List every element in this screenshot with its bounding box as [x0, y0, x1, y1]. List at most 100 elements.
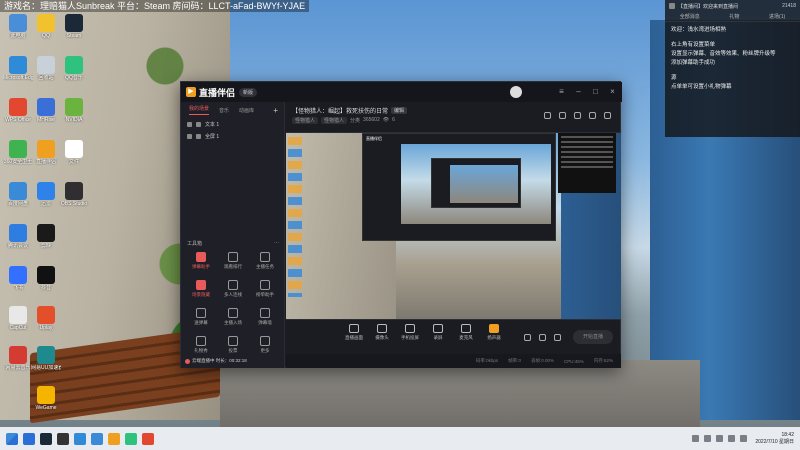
taskbar-app-icon[interactable]: [125, 432, 137, 445]
app-icon: [9, 224, 27, 242]
share-icon[interactable]: [544, 112, 551, 119]
tab-my-scenes[interactable]: 我的场景: [189, 105, 210, 115]
app-icon: [65, 56, 83, 74]
desktop-icon[interactable]: Uplay: [31, 306, 61, 332]
chevron-up-icon[interactable]: [692, 435, 700, 442]
source-button[interactable]: 摄像头: [370, 324, 394, 341]
gift-icon[interactable]: [574, 112, 581, 119]
desktop-icon[interactable]: CapCut: [3, 306, 33, 332]
toolbox-item[interactable]: 榜单助手: [249, 280, 281, 298]
scene-item-text[interactable]: 文本 1: [181, 118, 284, 130]
lock-icon[interactable]: [559, 112, 566, 119]
toolbox-item[interactable]: 观看排行: [217, 252, 249, 270]
app-icon: [9, 306, 27, 324]
start-live-button[interactable]: 开始直播: [573, 330, 613, 344]
desktop-icon[interactable]: Microsoft Edge: [3, 56, 33, 82]
status-bar: 码率:0kbps 帧率:0 丢帧:0.00% CPU:45% 内存:62%: [286, 354, 621, 368]
desktop-icon[interactable]: 剪映: [31, 224, 61, 250]
desktop-icon[interactable]: QQ: [31, 14, 61, 40]
desktop-icon[interactable]: Steam: [59, 14, 89, 40]
minimize-button[interactable]: –: [573, 86, 584, 97]
desktop-icon[interactable]: 直播伴侣: [31, 140, 61, 166]
app-titlebar[interactable]: ▶ 直播伴侣 新版 ≡ – □ ×: [181, 82, 622, 102]
desktop-icon[interactable]: OBS Studio: [59, 182, 89, 208]
eye-icon[interactable]: [187, 121, 192, 127]
source-button[interactable]: 扬声器: [482, 324, 506, 341]
taskbar-clock[interactable]: 18:42 2022/7/10 星期日: [755, 432, 794, 446]
taskbar-app-icon[interactable]: [74, 432, 86, 445]
desktop-icon[interactable]: 此电脑: [3, 14, 33, 40]
source-icon: [489, 324, 499, 333]
desktop-icon[interactable]: 文件: [59, 140, 89, 166]
desktop-icon[interactable]: 回收站: [31, 56, 61, 82]
desktop-icon[interactable]: 腾讯会议: [3, 224, 33, 250]
windows-start-icon[interactable]: [6, 432, 18, 445]
toolbox-item[interactable]: 投票: [217, 336, 249, 354]
chat-tab[interactable]: 全部消息: [680, 13, 700, 20]
desktop-icon[interactable]: NVIDIA: [59, 98, 89, 124]
maximize-button[interactable]: □: [590, 86, 601, 97]
desktop-icon-label: WPS Office: [5, 117, 31, 123]
toolbox-item[interactable]: 送弹幕: [185, 308, 217, 326]
chat-tab[interactable]: 礼物: [729, 13, 739, 20]
edit-title-button[interactable]: 编辑: [391, 107, 408, 114]
toolbox-item[interactable]: 礼物秀: [185, 336, 217, 354]
desktop-icon[interactable]: 360安全卫士: [3, 140, 33, 166]
toolbox-item[interactable]: 主播入场: [217, 308, 249, 326]
taskbar-app-icon[interactable]: [57, 432, 69, 445]
close-button[interactable]: ×: [607, 86, 618, 97]
chat-icon: [669, 3, 675, 9]
camera-icon[interactable]: [524, 334, 531, 341]
toolbox-item[interactable]: 更多: [249, 336, 281, 354]
taskbar-app-icon[interactable]: [108, 432, 120, 445]
taskbar-app-icon[interactable]: [23, 432, 35, 445]
scene-label: 全屏 1: [205, 133, 220, 140]
lock-icon[interactable]: [196, 133, 201, 139]
desktop-icon[interactable]: 迅雷: [31, 182, 61, 208]
lock-icon[interactable]: [196, 121, 201, 127]
network-icon[interactable]: [704, 435, 712, 442]
toolbox-more-button[interactable]: ···: [274, 240, 279, 247]
bell-icon[interactable]: [589, 112, 596, 119]
volume-icon[interactable]: [716, 435, 724, 442]
user-avatar[interactable]: [510, 86, 522, 98]
taskbar-app-icon[interactable]: [40, 432, 52, 445]
toolbox-item[interactable]: 弹幕墙: [249, 308, 281, 326]
taskbar-app-icon[interactable]: [91, 432, 103, 445]
menu-icon[interactable]: ≡: [556, 86, 567, 97]
desktop-icon[interactable]: QQ音乐: [59, 56, 89, 82]
category-chip[interactable]: 怪物猎人: [321, 117, 348, 124]
toolbox-item[interactable]: 主播任务: [249, 252, 281, 270]
desktop-icon[interactable]: 百度网盘: [3, 182, 33, 208]
tab-music[interactable]: 音乐: [219, 107, 229, 114]
gear-icon[interactable]: [554, 334, 561, 341]
version-badge[interactable]: 新版: [239, 87, 258, 97]
tab-animations[interactable]: 动画库: [239, 107, 254, 114]
settings-icon[interactable]: [539, 334, 546, 341]
language-icon[interactable]: [740, 435, 748, 442]
taskbar-app-icon[interactable]: [142, 432, 154, 445]
scene-item-fullscreen[interactable]: 全屏 1: [181, 130, 284, 142]
source-button[interactable]: 直播画面: [342, 324, 366, 341]
toolbox-item[interactable]: 多人连线: [217, 280, 249, 298]
eye-icon[interactable]: [187, 133, 192, 139]
source-button[interactable]: 手机投屏: [398, 324, 422, 341]
source-button[interactable]: 录屏: [426, 324, 450, 341]
category-chip[interactable]: 怪物猎人: [292, 117, 319, 124]
battery-icon[interactable]: [728, 435, 736, 442]
toolbox-item[interactable]: 弹幕助手: [185, 252, 217, 270]
link-icon[interactable]: [604, 112, 611, 119]
desktop-icon[interactable]: 网易云音乐: [3, 346, 33, 372]
desktop-icon[interactable]: 飞书: [3, 266, 33, 292]
desktop-icon[interactable]: WeGame: [31, 386, 61, 412]
add-scene-button[interactable]: +: [273, 106, 278, 115]
desktop-icon[interactable]: WPS Office: [3, 98, 33, 124]
room-title-text[interactable]: 【怪物猎人：崛起】救死扶伤的日常: [292, 106, 388, 115]
desktop-icon[interactable]: MHRise: [31, 98, 61, 124]
desktop-icon[interactable]: 网易UU加速器: [31, 346, 61, 372]
source-button[interactable]: 麦克风: [454, 324, 478, 341]
desktop-icon[interactable]: 抖音: [31, 266, 61, 292]
stream-preview[interactable]: 直播伴侣: [286, 132, 621, 320]
chat-tab[interactable]: 进场(1): [769, 13, 785, 20]
toolbox-item[interactable]: 场景隐藏: [185, 280, 217, 298]
